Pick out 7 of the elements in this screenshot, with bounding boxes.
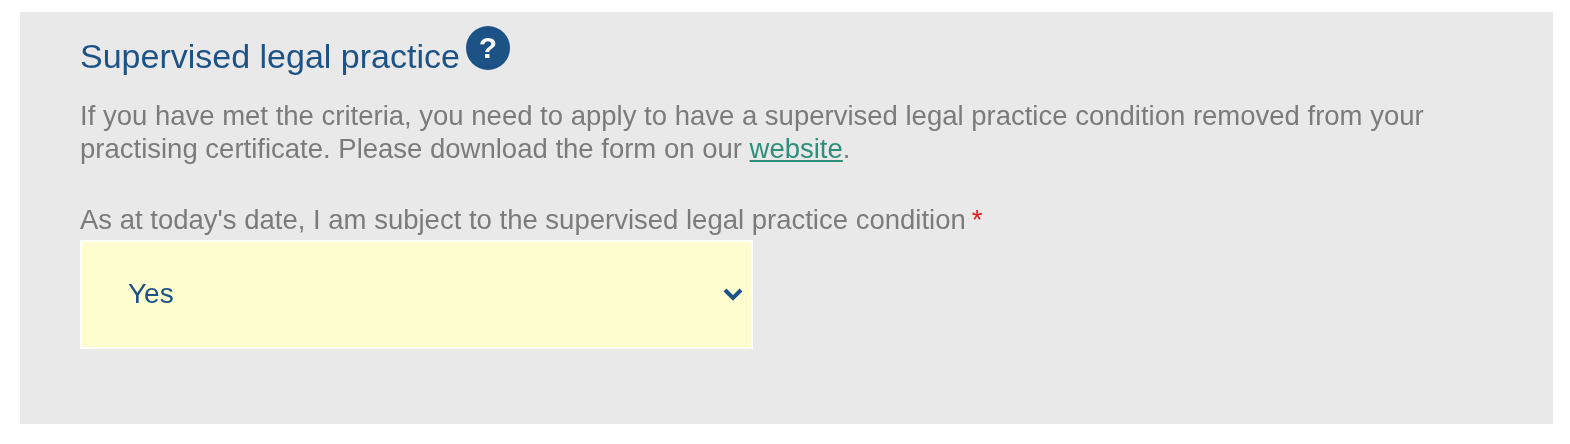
chevron-down-icon <box>723 287 743 302</box>
help-icon[interactable]: ? <box>465 26 510 70</box>
section-title: Supervised legal practice <box>80 37 460 75</box>
dropdown-field[interactable]: Yes <box>80 239 753 349</box>
intro-text: If you have met the criteria, you need to apply to have a supervised legal practice condition removed from your practising certificate. Please download the form on our website. <box>80 98 1425 165</box>
question-label: As at today's date, I am subject to the supervised legal practice condition <box>80 203 966 235</box>
required-mark: * <box>971 203 983 235</box>
